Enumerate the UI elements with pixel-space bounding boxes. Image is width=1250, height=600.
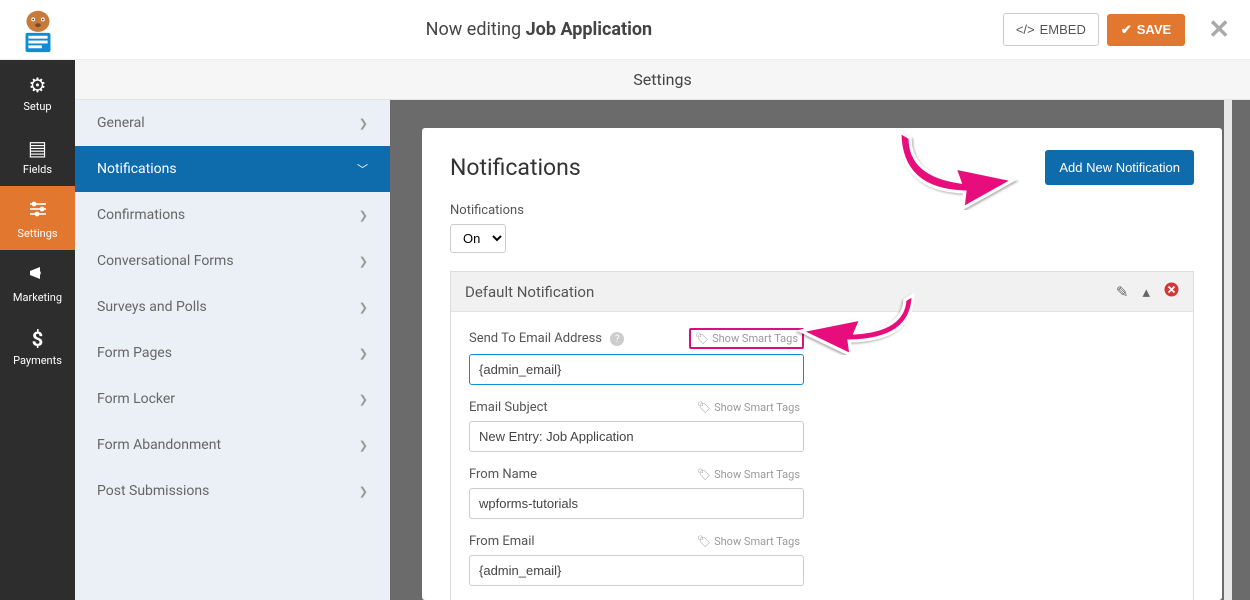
bullhorn-icon	[0, 263, 75, 288]
field-from-email: From Email 🏷Show Smart Tags	[469, 533, 804, 586]
sidebar-item-conversational-forms[interactable]: Conversational Forms❯	[75, 238, 390, 284]
field-from-name: From Name 🏷Show Smart Tags	[469, 466, 804, 519]
sidebar-item-post-submissions[interactable]: Post Submissions❯	[75, 468, 390, 514]
collapse-icon[interactable]: ▴	[1142, 283, 1150, 301]
content-wrap: Notifications Add New Notification Notif…	[390, 100, 1250, 600]
card-actions: ✎ ▴	[1116, 282, 1179, 301]
check-icon: ✔	[1121, 22, 1132, 38]
delete-icon[interactable]	[1164, 282, 1179, 301]
sidebar-item-form-pages[interactable]: Form Pages❯	[75, 330, 390, 376]
tags-icon: 🏷	[697, 468, 711, 481]
send-to-label: Send To Email Address ?	[469, 331, 624, 347]
chevron-right-icon: ❯	[359, 209, 368, 222]
content-header: Notifications Add New Notification	[450, 150, 1194, 185]
show-smart-tags-from-name[interactable]: 🏷Show Smart Tags	[693, 466, 804, 483]
chevron-right-icon: ❯	[359, 255, 368, 268]
tags-icon: 🏷	[697, 535, 711, 548]
sliders-icon	[0, 199, 75, 224]
chevron-right-icon: ❯	[359, 393, 368, 406]
notifications-enable-label: Notifications	[450, 203, 1194, 218]
save-button[interactable]: ✔ SAVE	[1107, 14, 1185, 46]
rail-item-payments[interactable]: $ Payments	[0, 314, 75, 377]
wpforms-logo	[0, 6, 75, 54]
sidebar-item-form-abandonment[interactable]: Form Abandonment❯	[75, 422, 390, 468]
field-send-to: Send To Email Address ? 🏷Show Smart Tags	[469, 328, 804, 385]
sidebar-item-form-locker[interactable]: Form Locker❯	[75, 376, 390, 422]
dollar-icon: $	[0, 327, 75, 351]
code-icon: </>	[1016, 22, 1035, 37]
card-header: Default Notification ✎ ▴	[451, 272, 1193, 312]
notification-card: Default Notification ✎ ▴	[450, 271, 1194, 600]
chevron-right-icon: ❯	[359, 439, 368, 452]
top-bar: Now editing Job Application </> EMBED ✔ …	[0, 0, 1250, 60]
send-to-input[interactable]	[469, 354, 804, 385]
chevron-right-icon: ❯	[359, 301, 368, 314]
card-body: Send To Email Address ? 🏷Show Smart Tags	[451, 312, 1193, 600]
from-name-input[interactable]	[469, 488, 804, 519]
top-right-actions: </> EMBED ✔ SAVE ✕	[1003, 13, 1250, 46]
notifications-enable-select[interactable]: On	[450, 224, 506, 253]
subject-label: Email Subject	[469, 400, 548, 415]
tags-icon: 🏷	[697, 401, 711, 414]
show-smart-tags-send-to[interactable]: 🏷Show Smart Tags	[689, 328, 804, 349]
chevron-right-icon: ❯	[359, 485, 368, 498]
gear-icon: ⚙	[0, 73, 75, 97]
rail-item-marketing[interactable]: Marketing	[0, 250, 75, 314]
rail-item-fields[interactable]: ▤ Fields	[0, 123, 75, 186]
panel-body: General❯ Notifications﹀ Confirmations❯ C…	[75, 100, 1250, 600]
sidebar-item-general[interactable]: General❯	[75, 100, 390, 146]
panel-frame: Settings General❯ Notifications﹀ Confirm…	[75, 60, 1250, 600]
from-email-input[interactable]	[469, 555, 804, 586]
list-icon: ▤	[0, 136, 75, 160]
help-icon[interactable]: ?	[610, 332, 624, 346]
sidebar-item-surveys-polls[interactable]: Surveys and Polls❯	[75, 284, 390, 330]
chevron-right-icon: ❯	[359, 117, 368, 130]
embed-button[interactable]: </> EMBED	[1003, 13, 1099, 46]
tags-icon: 🏷	[695, 332, 709, 345]
subject-input[interactable]	[469, 421, 804, 452]
sidebar-item-confirmations[interactable]: Confirmations❯	[75, 192, 390, 238]
panel-title-bar: Settings	[75, 60, 1250, 100]
sidebar-item-notifications[interactable]: Notifications﹀	[75, 146, 390, 192]
settings-sidebar: General❯ Notifications﹀ Confirmations❯ C…	[75, 100, 390, 600]
main-frame: ⚙ Setup ▤ Fields Settings Marketing $ Pa…	[0, 60, 1250, 600]
add-new-notification-button[interactable]: Add New Notification	[1045, 150, 1194, 185]
nav-rail: ⚙ Setup ▤ Fields Settings Marketing $ Pa…	[0, 60, 75, 600]
from-name-label: From Name	[469, 467, 537, 482]
card-title: Default Notification	[465, 283, 594, 301]
content-title: Notifications	[450, 154, 581, 181]
field-subject: Email Subject 🏷Show Smart Tags	[469, 399, 804, 452]
from-email-label: From Email	[469, 534, 535, 549]
content-panel: Notifications Add New Notification Notif…	[422, 128, 1222, 600]
chevron-down-icon: ﹀	[357, 161, 368, 177]
rail-item-settings[interactable]: Settings	[0, 186, 75, 250]
show-smart-tags-from-email[interactable]: 🏷Show Smart Tags	[693, 533, 804, 550]
rail-item-setup[interactable]: ⚙ Setup	[0, 60, 75, 123]
logo-icon	[14, 6, 62, 54]
close-icon[interactable]: ✕	[1208, 15, 1230, 45]
chevron-right-icon: ❯	[359, 347, 368, 360]
show-smart-tags-subject[interactable]: 🏷Show Smart Tags	[693, 399, 804, 416]
scrollbar[interactable]	[1224, 100, 1232, 600]
edit-icon[interactable]: ✎	[1116, 283, 1129, 301]
now-editing-label: Now editing Job Application	[75, 19, 1003, 40]
